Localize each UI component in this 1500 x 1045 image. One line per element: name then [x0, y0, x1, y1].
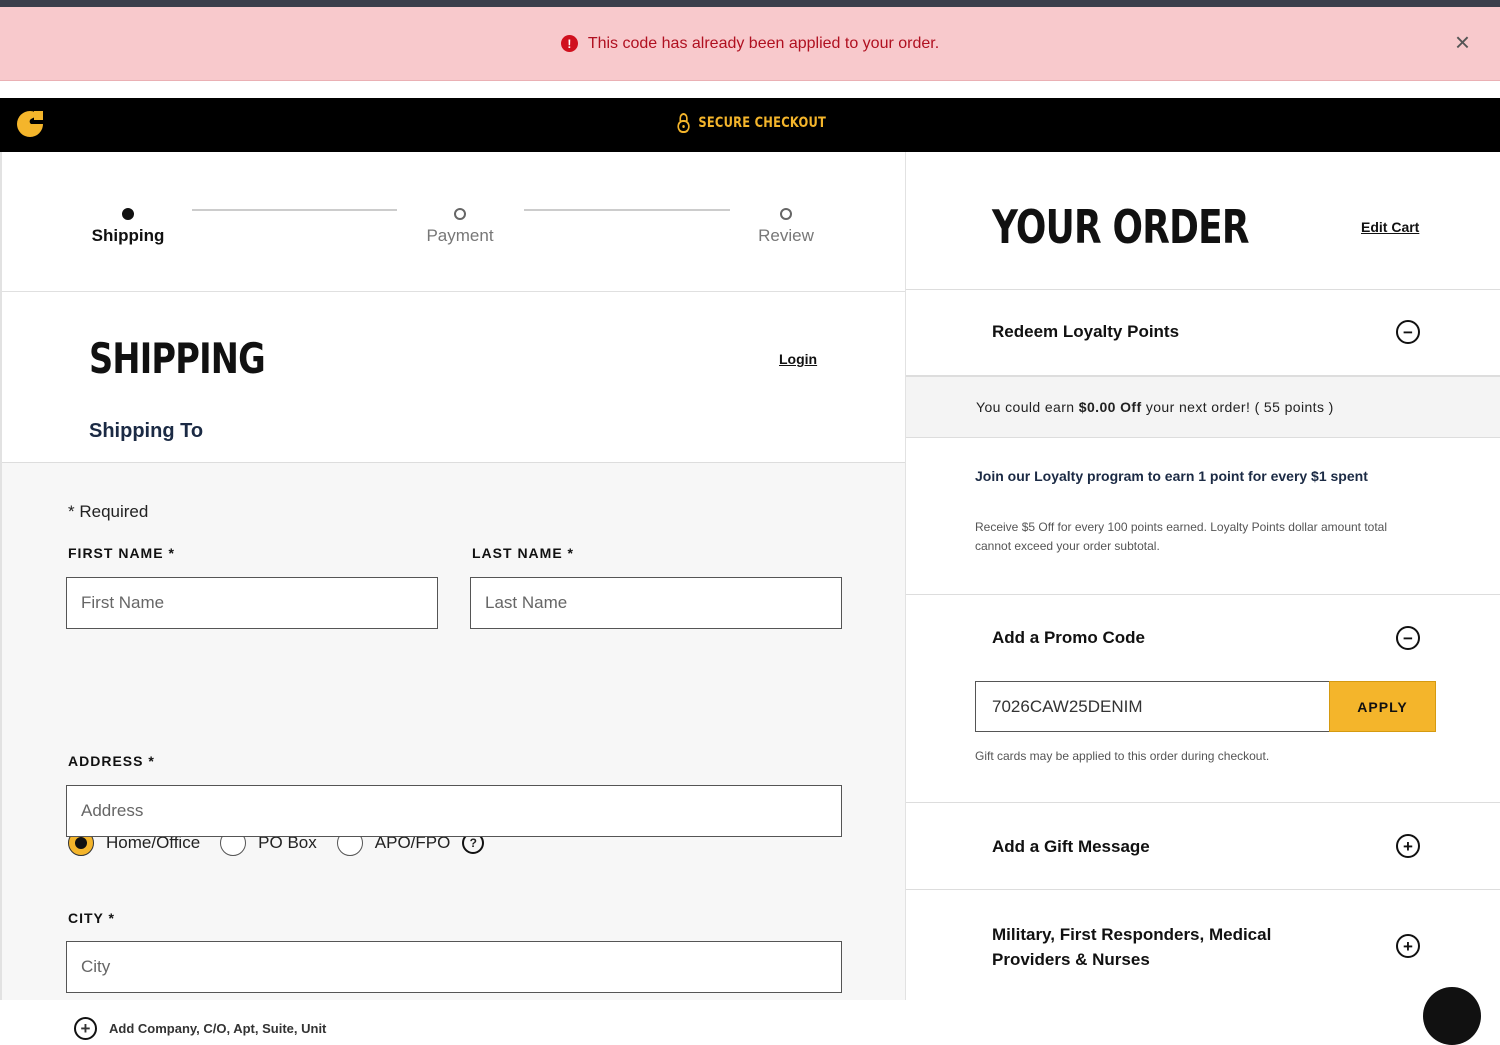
promo-code-input[interactable] [975, 681, 1330, 732]
address-input[interactable] [66, 785, 842, 837]
alert-message: This code has already been applied to yo… [587, 34, 940, 52]
last-name-input[interactable] [470, 577, 842, 629]
login-link[interactable]: Login [779, 351, 817, 367]
loyalty-title: Redeem Loyalty Points [992, 322, 1180, 341]
chat-widget-button[interactable] [1423, 987, 1481, 1045]
order-title: YOUR ORDER [992, 200, 1249, 254]
step-connector [524, 209, 730, 211]
step-dot [454, 208, 466, 220]
error-icon: ! [560, 35, 578, 52]
gift-card-note: Gift cards may be applied to this order … [975, 749, 1270, 763]
shipping-to-heading: Shipping To [89, 420, 204, 442]
step-connector [192, 209, 397, 211]
step-review[interactable]: Review [744, 208, 828, 246]
step-label: Shipping [91, 226, 165, 245]
loyalty-earn-box: You could earn $0.00 Off your next order… [906, 376, 1500, 438]
page-title: SHIPPING [89, 334, 266, 383]
edit-cart-link[interactable]: Edit Cart [1361, 219, 1419, 235]
close-icon[interactable]: × [1455, 29, 1470, 55]
secure-checkout: SECURE CHECKOUT [677, 112, 826, 134]
top-accent-bar [0, 0, 1500, 7]
step-label: Review [758, 226, 814, 245]
collapse-minus-icon[interactable]: − [1396, 320, 1420, 344]
expand-plus-icon[interactable]: + [1396, 934, 1420, 958]
checkout-form-column: Shipping Payment Review SHIPPING Login S… [0, 152, 905, 1040]
loyalty-earn-text: You could earn $0.00 Off your next order… [976, 399, 1334, 415]
step-label: Payment [426, 226, 494, 245]
gift-message-title: Add a Gift Message [992, 837, 1150, 856]
error-alert-banner: ! This code has already been applied to … [0, 7, 1500, 81]
site-header: SECURE CHECKOUT [0, 98, 1500, 152]
loyalty-body [906, 438, 1500, 595]
expand-plus-icon[interactable]: + [1396, 834, 1420, 858]
military-discount-title[interactable]: Military, First Responders, Medical Prov… [992, 922, 1342, 972]
shipping-form: * Required FIRST NAME * LAST NAME * Home… [2, 463, 905, 1040]
first-name-label: FIRST NAME * [68, 545, 175, 561]
secure-checkout-label: SECURE CHECKOUT [698, 115, 827, 131]
carhartt-logo[interactable] [15, 109, 45, 139]
add-company-label: Add Company, C/O, Apt, Suite, Unit [109, 1021, 327, 1036]
required-note: * Required [68, 502, 149, 521]
first-name-input[interactable] [66, 577, 438, 629]
step-payment[interactable]: Payment [418, 208, 502, 246]
collapse-minus-icon[interactable]: − [1396, 626, 1420, 650]
last-name-label: LAST NAME * [472, 545, 574, 561]
step-dot [780, 208, 792, 220]
add-company-toggle[interactable]: + Add Company, C/O, Apt, Suite, Unit [74, 1017, 326, 1040]
loyalty-section-header[interactable]: Redeem Loyalty Points − [906, 290, 1500, 376]
promo-title: Add a Promo Code [992, 628, 1146, 647]
loyalty-join-title: Join our Loyalty program to earn 1 point… [975, 468, 1368, 484]
order-header: YOUR ORDER Edit Cart [906, 152, 1500, 290]
order-summary-column: YOUR ORDER Edit Cart Redeem Loyalty Poin… [905, 152, 1500, 1000]
lock-icon [677, 113, 690, 133]
plus-circle-icon: + [74, 1017, 97, 1040]
gift-message-section[interactable]: Add a Gift Message + [906, 803, 1500, 890]
apply-promo-button[interactable]: APPLY [1329, 681, 1436, 732]
step-dot-active [122, 208, 134, 220]
checkout-stepper: Shipping Payment Review [2, 152, 905, 292]
city-label: CITY * [68, 910, 115, 926]
loyalty-description: Receive $5 Off for every 100 points earn… [975, 520, 1388, 553]
step-shipping[interactable]: Shipping [86, 208, 170, 246]
address-label: ADDRESS * [68, 753, 155, 769]
shipping-header: SHIPPING Login Shipping To [2, 292, 905, 463]
city-input[interactable] [66, 941, 842, 993]
